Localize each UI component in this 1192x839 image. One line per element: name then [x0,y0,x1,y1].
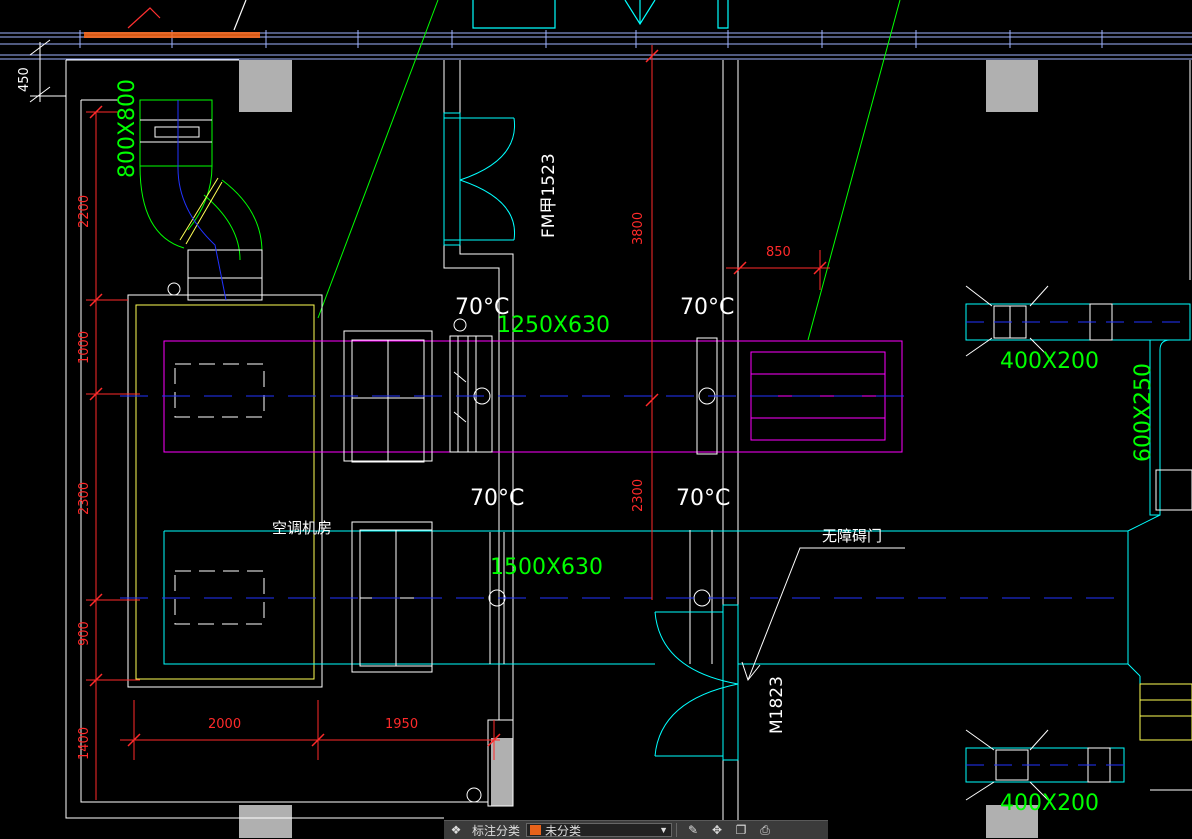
door-fm-label: FM甲1523 [539,153,559,238]
print-icon[interactable]: ⎙ [756,822,774,838]
accessible-door-label: 无障碍门 [822,527,882,545]
duct-size-lower: 1500X630 [490,555,603,580]
dim-bottom-2000: 2000 [208,717,241,732]
toolbar-divider [676,823,678,837]
branch-top [965,303,1192,516]
duct-size-upper: 1250X630 [497,313,610,338]
category-color-swatch [530,825,542,835]
category-selected-value: 未分类 [545,823,582,838]
supply-riser [139,99,263,301]
hatched-patch [84,32,260,38]
fire-damper-temp-3: 70°C [470,486,524,511]
copy-icon[interactable]: ❐ [732,822,750,838]
lower-duct [163,514,1161,740]
category-icon[interactable]: ❖ [447,822,465,838]
structural-columns [239,60,1038,838]
duct-size-branch-bottom: 400X200 [1000,791,1099,816]
dim-left-1400: 1400 [77,727,92,760]
dim-left-2200: 2200 [77,195,92,228]
dim-right-850: 850 [766,245,791,260]
dim-left-1000: 1000 [77,331,92,364]
toolbar-label: 标注分类 [472,823,521,838]
fire-damper-temp-4: 70°C [676,486,730,511]
annotation-toolbar: ❖ 标注分类 未分类 ▼ ✎ ✥ ❐ ⎙ [444,820,828,839]
lower-fan-unit [351,521,433,673]
branch-bottom [965,683,1192,783]
dim-left-900: 900 [77,621,92,646]
cad-drawing[interactable]: 450 2200 1000 2300 900 1400 2000 1950 38… [0,0,1192,838]
door-fm-swing [443,112,516,246]
dim-vertical-2300: 2300 [631,479,646,512]
category-select[interactable]: 未分类 ▼ [526,823,673,838]
fire-damper-temp-2: 70°C [680,295,734,320]
chevron-down-icon: ▼ [659,825,669,835]
door-m-label: M1823 [767,676,787,734]
duct-size-riser-right: 600X250 [1131,363,1156,462]
upper-coil-box [174,363,265,418]
duct-size-branch-top: 400X200 [1000,349,1099,374]
ahu-inner [135,304,315,680]
dim-vertical-3800: 3800 [631,212,646,245]
top-offset-dim [29,39,66,103]
dim-left-2300: 2300 [77,482,92,515]
leader-lines [317,0,901,341]
lower-dampers [488,530,713,664]
edit-icon[interactable]: ✎ [684,822,702,838]
duct-size-ahu: 800X800 [115,79,140,178]
door-leader [741,547,905,682]
door-m-swing [654,604,739,761]
room-label: 空调机房 [272,519,332,537]
dim-bottom-1950: 1950 [385,717,418,732]
fire-damper-temp-1: 70°C [455,295,509,320]
dim-top-offset: 450 [17,67,32,92]
move-icon[interactable]: ✥ [708,822,726,838]
upper-dampers [449,318,718,455]
ahu-housing [127,294,323,688]
